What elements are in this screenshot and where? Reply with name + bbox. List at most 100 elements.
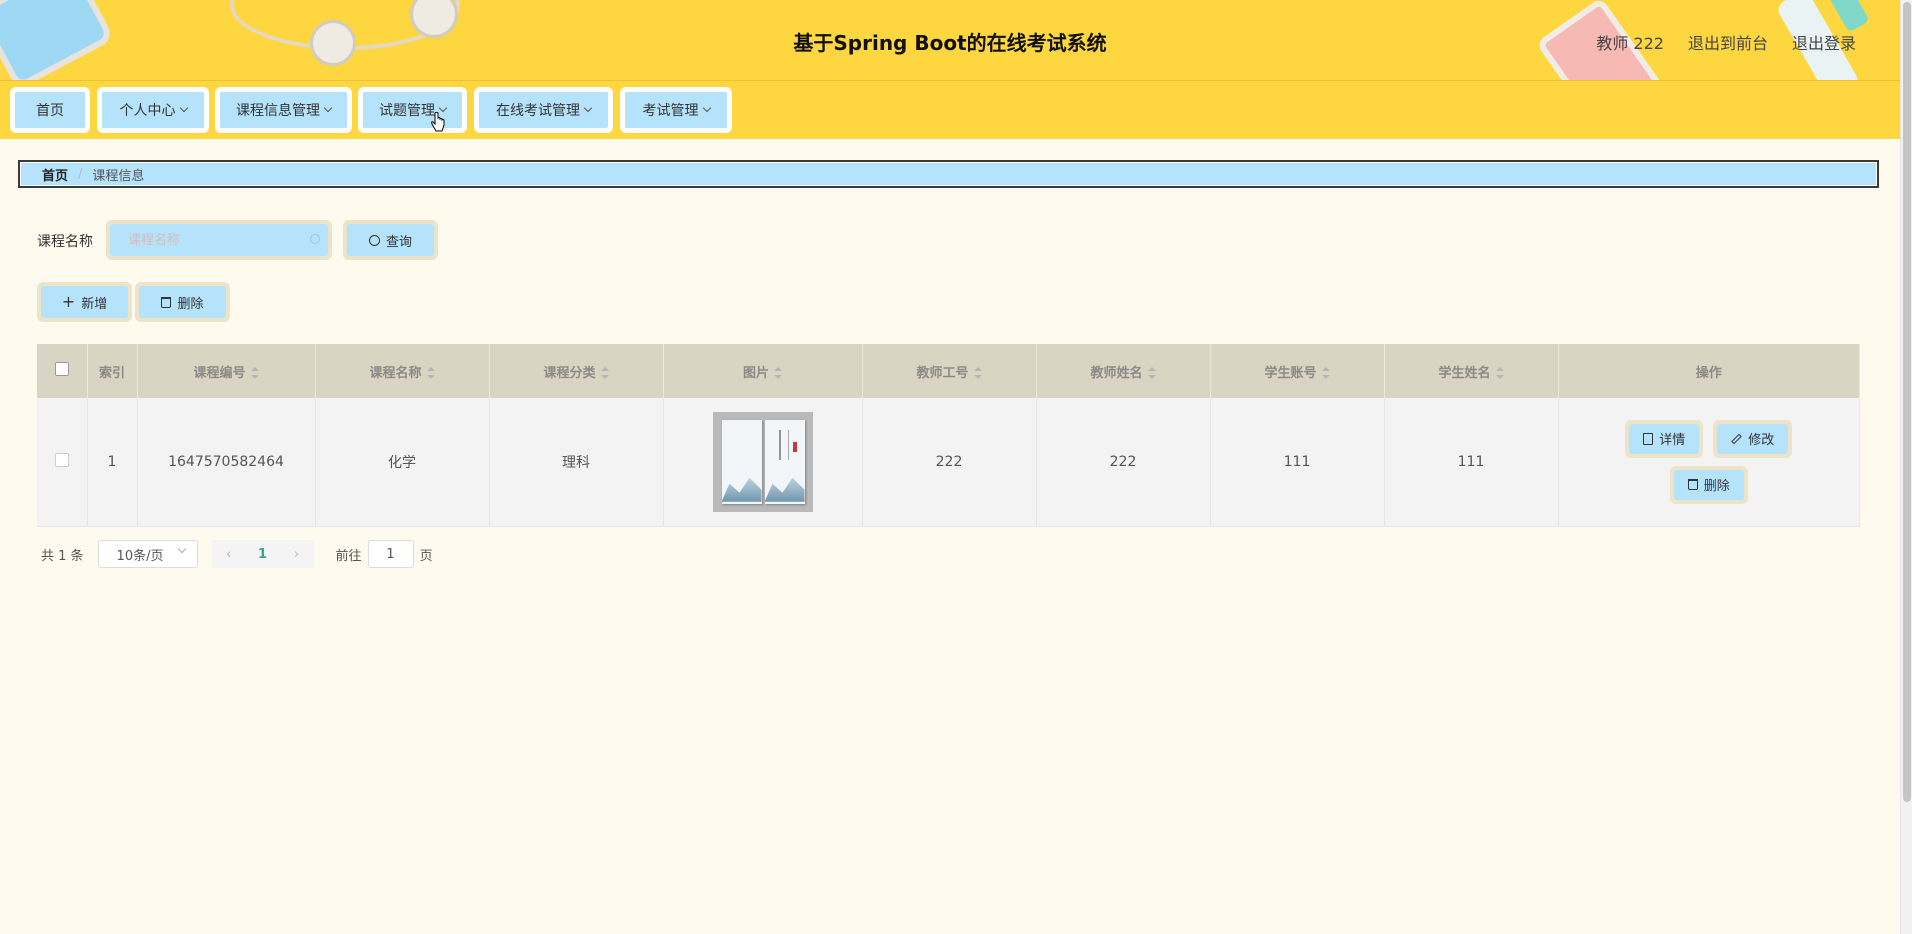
nav-course-info[interactable]: 课程信息管理 [215,87,352,133]
add-button[interactable]: + 新增 [37,282,132,322]
goto-page-input[interactable] [367,540,414,568]
chevron-down-icon [702,103,711,113]
edit-icon [1731,433,1743,445]
col-label: 课程名称 [369,365,422,381]
to-front-link[interactable]: 退出到前台 [1688,30,1768,54]
cell-course-no: 1647570582464 [137,398,316,527]
pagination: 共 1 条 10条/页 ‹ 1 › 前往 页 [41,540,433,568]
add-button-label: 新增 [81,296,108,312]
logout-link[interactable]: 退出登录 [1792,30,1856,54]
col-ops: 操作 [1558,344,1860,398]
col-label: 教师工号 [916,365,969,381]
prev-page-button[interactable]: ‹ [212,547,246,562]
cell-course-name: 化学 [315,398,490,527]
nav-label: 考试管理 [642,103,699,119]
goto-prefix: 前往 [335,548,362,564]
trash-icon [1687,479,1698,491]
nav-label: 试题管理 [379,103,435,119]
edit-label: 修改 [1748,433,1775,449]
col-student-account[interactable]: 学生账号 [1210,344,1385,398]
batch-delete-button[interactable]: 删除 [135,282,230,322]
sort-icon[interactable] [1147,367,1156,379]
plus-icon: + [61,292,76,311]
search-label: 课程名称 [37,234,93,250]
pagination-total: 共 1 条 [41,548,84,564]
top-nav: 首页 个人中心 课程信息管理 试题管理 在线考试管理 考试管理 [0,80,1900,139]
hand-cursor-icon [431,112,445,132]
search-input[interactable] [110,224,328,256]
course-image[interactable] [712,411,813,512]
row-select-cell [37,398,88,527]
cell-teacher-no: 222 [862,398,1037,527]
sort-icon[interactable] [1495,367,1504,379]
chevron-down-icon [583,103,593,113]
nav-online-exam[interactable]: 在线考试管理 [474,87,613,133]
search-icon [368,234,380,246]
goto-suffix: 页 [419,548,433,564]
delete-button-label: 删除 [177,296,204,312]
col-index: 索引 [87,344,138,398]
sort-icon[interactable] [973,367,982,379]
col-label: 课程分类 [543,365,596,381]
col-label: 学生姓名 [1438,365,1491,381]
col-teacher-no[interactable]: 教师工号 [862,344,1037,398]
nav-label: 首页 [36,103,64,119]
row-checkbox[interactable] [54,452,69,467]
page-size-select[interactable]: 10条/页 [97,540,198,568]
col-course-name[interactable]: 课程名称 [315,344,490,398]
edit-button[interactable]: 修改 [1713,419,1793,458]
row-actions-top: 详情 修改 [1625,419,1793,458]
chevron-down-icon [177,544,186,554]
col-teacher-name[interactable]: 教师姓名 [1036,344,1211,398]
search-button-label: 查询 [385,234,412,250]
col-label: 教师姓名 [1090,365,1143,381]
col-category[interactable]: 课程分类 [489,344,664,398]
cell-student-account: 111 [1210,398,1385,527]
col-course-no[interactable]: 课程编号 [137,344,316,398]
current-user: 教师 222 [1596,34,1664,53]
header-user-menu: 教师 222 退出到前台 退出登录 [1596,30,1856,54]
col-image[interactable]: 图片 [663,344,863,398]
row-delete-label: 删除 [1703,479,1730,495]
sort-icon[interactable] [774,367,782,379]
sort-icon[interactable] [426,367,435,379]
document-icon [1643,432,1654,445]
select-all-cell [37,344,88,398]
cell-index: 1 [87,398,138,527]
search-button[interactable]: 查询 [343,220,438,260]
table-header-row: 索引 课程编号 课程名称 课程分类 图片 教师工号 教师姓名 学生账号 学生姓名… [37,344,1860,398]
breadcrumb-current: 课程信息 [92,168,145,184]
col-label: 操作 [1695,365,1722,381]
cell-teacher-name: 222 [1036,398,1211,527]
detail-label: 详情 [1659,433,1686,449]
course-table: 索引 课程编号 课程名称 课程分类 图片 教师工号 教师姓名 学生账号 学生姓名… [37,344,1860,527]
page-number[interactable]: 1 [246,547,280,562]
page-scrollbar[interactable] [1900,0,1912,934]
sort-icon[interactable] [250,367,259,379]
search-field [106,220,332,260]
col-student-name[interactable]: 学生姓名 [1384,344,1559,398]
trash-icon [161,296,172,308]
search-icon [310,234,320,244]
select-all-checkbox[interactable] [54,362,69,376]
next-page-button[interactable]: › [280,547,314,562]
nav-exam-management[interactable]: 考试管理 [620,87,732,133]
nav-home[interactable]: 首页 [10,87,90,133]
sort-icon[interactable] [1321,367,1330,379]
nav-personal-center[interactable]: 个人中心 [97,87,209,133]
row-delete-button[interactable]: 删除 [1669,465,1748,504]
chevron-down-icon [323,103,333,113]
chevron-down-icon [438,103,448,113]
detail-button[interactable]: 详情 [1625,419,1704,458]
scrollbar-thumb[interactable] [1903,2,1911,802]
calligraphy-icon [778,429,789,460]
col-label: 图片 [742,365,769,381]
col-label: 课程编号 [193,365,246,381]
row-actions: 详情 修改 删除 [1559,419,1860,504]
sort-icon[interactable] [600,367,609,379]
nav-questions[interactable]: 试题管理 [358,87,467,133]
nav-label: 在线考试管理 [496,103,580,119]
breadcrumb-home[interactable]: 首页 [42,165,68,184]
table-row: 1 1647570582464 化学 理科 222 222 111 111 详情… [37,398,1860,527]
breadcrumb: 首页 / 课程信息 [18,160,1879,188]
